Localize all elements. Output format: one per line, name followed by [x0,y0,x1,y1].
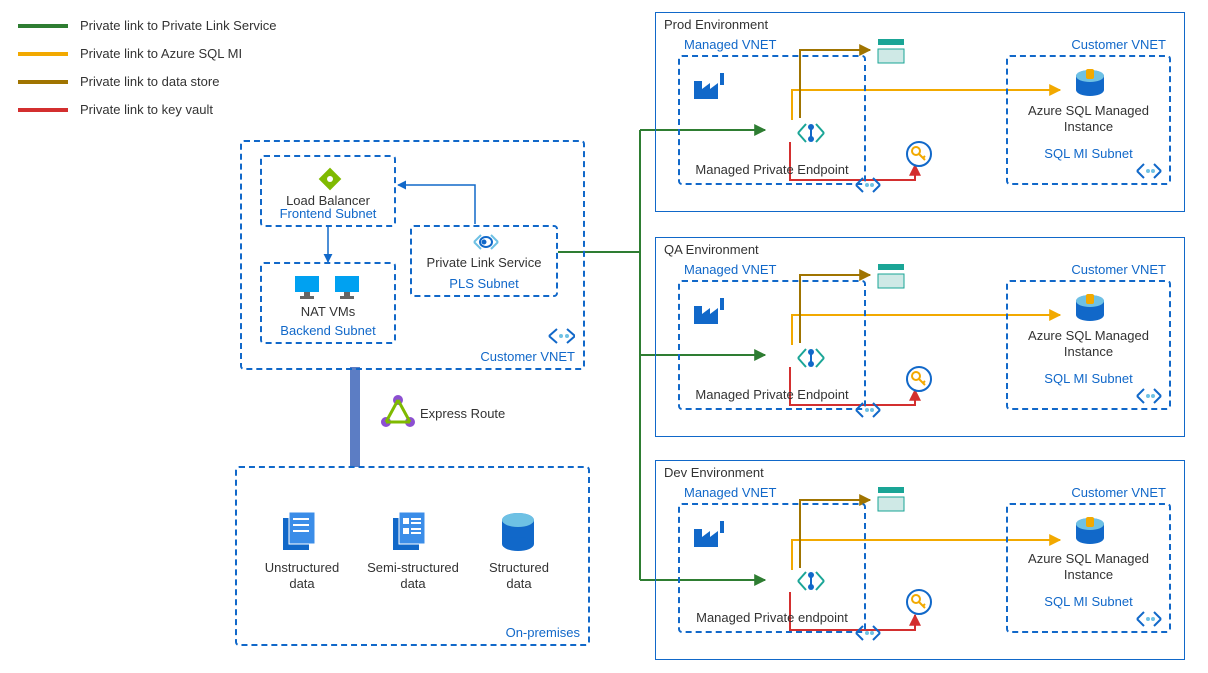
qa-title: QA Environment [664,242,759,257]
prod-environment: Prod Environment Managed VNET Customer V… [655,12,1185,212]
sql-mi-icon [1073,294,1107,324]
qa-mpe-label: Managed Private Endpoint [680,387,864,402]
prod-sqlmi-label: Azure SQL Managed Instance [1008,103,1169,136]
nat-vms-label: NAT VMs [262,304,394,319]
legend-vault: Private link to key vault [18,102,213,117]
prod-managed-vnet-label: Managed VNET [684,37,777,52]
dev-managed-vnet-label: Managed VNET [684,485,777,500]
backend-subnet-label: Backend Subnet [280,323,375,338]
vnet-icon [1135,611,1163,627]
qa-environment: QA Environment Managed VNET Customer VNE… [655,237,1185,437]
private-link-service-icon [472,233,500,251]
sql-mi-icon [1073,69,1107,99]
managed-private-endpoint-icon [795,342,827,374]
vnet-icon [1135,388,1163,404]
dev-sqlmi-subnet: SQL MI Subnet [1044,594,1132,609]
semi-structured-label: Semi-structured data [365,560,461,591]
semi-structured-data-icon [389,510,431,556]
legend-sqlmi-label: Private link to Azure SQL MI [80,46,242,61]
legend-swatch-green [18,24,68,28]
on-premises-label: On-premises [506,625,580,640]
prod-sqlmi-subnet: SQL MI Subnet [1044,146,1132,161]
qa-customer-vnet: Azure SQL Managed Instance SQL MI Subnet [1006,280,1171,410]
managed-private-endpoint-icon [795,117,827,149]
key-vault-icon [906,141,932,167]
factory-icon [692,69,730,103]
pls-svc-label: Private Link Service [412,255,556,270]
nat-vms-icon [290,272,370,302]
sql-mi-icon [1073,517,1107,547]
express-route-label: Express Route [420,406,505,421]
legend-vault-label: Private link to key vault [80,102,213,117]
key-vault-icon [906,589,932,615]
dev-managed-vnet: Managed Private endpoint [678,503,866,633]
factory-icon [692,517,730,551]
vnet-icon [1135,163,1163,179]
prod-customer-vnet-label: Customer VNET [1071,37,1166,52]
qa-managed-vnet-label: Managed VNET [684,262,777,277]
data-store-icon [876,485,906,513]
frontend-subnet: Load Balancer Frontend Subnet [260,155,396,227]
dev-environment: Dev Environment Managed VNET Customer VN… [655,460,1185,660]
load-balancer-icon [316,165,344,193]
backend-subnet: NAT VMs Backend Subnet [260,262,396,344]
managed-private-endpoint-icon [795,565,827,597]
factory-icon [692,294,730,328]
legend-pls-label: Private link to Private Link Service [80,18,277,33]
data-store-icon [876,37,906,65]
prod-customer-vnet: Azure SQL Managed Instance SQL MI Subnet [1006,55,1171,185]
qa-sqlmi-subnet: SQL MI Subnet [1044,371,1132,386]
dev-customer-vnet-label: Customer VNET [1071,485,1166,500]
prod-title: Prod Environment [664,17,768,32]
express-route-icon [380,394,416,430]
structured-data-icon [497,510,539,556]
unstructured-label: Unstructured data [257,560,347,591]
dev-sqlmi-label: Azure SQL Managed Instance [1008,551,1169,584]
unstructured-data-icon [279,510,321,556]
prod-managed-vnet: Managed Private Endpoint [678,55,866,185]
dev-customer-vnet: Azure SQL Managed Instance SQL MI Subnet [1006,503,1171,633]
legend-swatch-red [18,108,68,112]
legend-store-label: Private link to data store [80,74,219,89]
frontend-subnet-label: Frontend Subnet [280,206,377,221]
pls-subnet: Private Link Service PLS Subnet [410,225,558,297]
legend-swatch-yellow [18,52,68,56]
vnet-icon [854,402,882,418]
customer-vnet-left-label: Customer VNET [480,349,575,364]
legend-swatch-brown [18,80,68,84]
pls-subnet-label: PLS Subnet [449,276,518,291]
qa-sqlmi-label: Azure SQL Managed Instance [1008,328,1169,361]
data-store-icon [876,262,906,290]
vnet-icon [854,625,882,641]
vnet-icon [854,177,882,193]
key-vault-icon [906,366,932,392]
legend-store: Private link to data store [18,74,219,89]
prod-mpe-label: Managed Private Endpoint [680,162,864,177]
diagram-canvas: Private link to Private Link Service Pri… [0,0,1208,673]
legend-pls: Private link to Private Link Service [18,18,277,33]
on-premises: On-premises Unstructured data Semi-struc… [235,466,590,646]
qa-managed-vnet: Managed Private Endpoint [678,280,866,410]
structured-label: Structured data [477,560,561,591]
dev-mpe-label: Managed Private endpoint [680,610,864,625]
legend-sqlmi: Private link to Azure SQL MI [18,46,242,61]
qa-customer-vnet-label: Customer VNET [1071,262,1166,277]
vnet-icon [547,328,575,344]
dev-title: Dev Environment [664,465,764,480]
